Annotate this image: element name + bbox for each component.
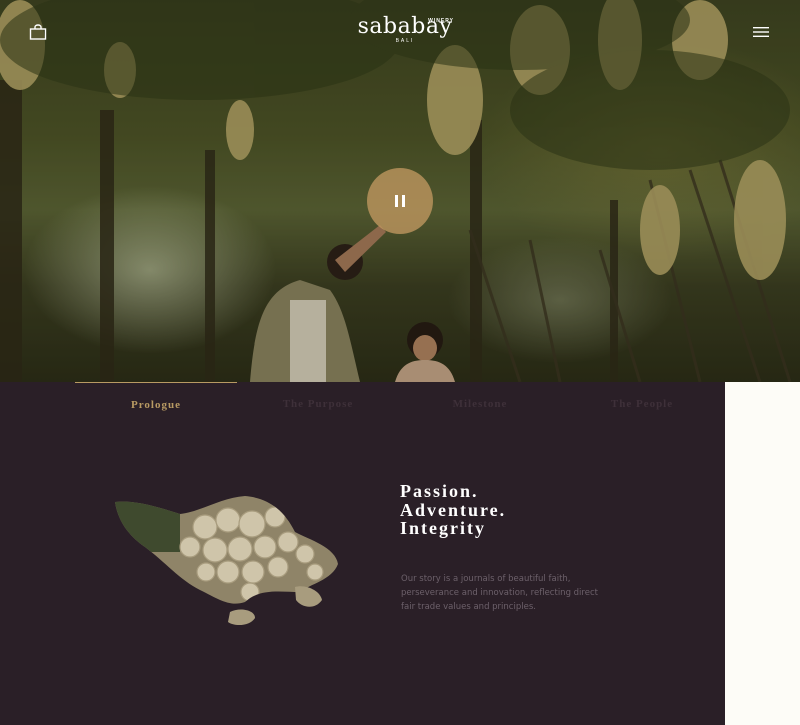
section-headline: Passion. Adventure. Integrity (400, 482, 660, 538)
pause-icon (395, 195, 405, 207)
video-pause-button[interactable] (367, 168, 433, 234)
hamburger-menu-icon[interactable] (750, 22, 772, 42)
side-panel (725, 382, 800, 725)
bali-map-illustration (115, 496, 338, 626)
headline-line: Passion. (400, 481, 479, 501)
shopping-bag-icon[interactable] (28, 22, 48, 42)
tab-the-people[interactable]: The People (561, 382, 723, 422)
headline-line: Integrity (400, 518, 486, 538)
tab-prologue[interactable]: Prologue (75, 382, 237, 422)
hero-video[interactable]: WINERY sababay BALI (0, 0, 800, 382)
prologue-section: Prologue The Purpose Milestone The Peopl… (0, 382, 725, 725)
headline-line: Adventure. (400, 499, 507, 520)
story-paragraph: Our story is a journals of beautiful fai… (401, 574, 598, 612)
brand-logo[interactable]: WINERY sababay BALI (350, 14, 460, 54)
section-tabs: Prologue The Purpose Milestone The Peopl… (75, 382, 725, 422)
tab-the-purpose[interactable]: The Purpose (237, 382, 399, 422)
logo-tagline: WINERY (428, 18, 454, 24)
tab-milestone[interactable]: Milestone (399, 382, 561, 422)
